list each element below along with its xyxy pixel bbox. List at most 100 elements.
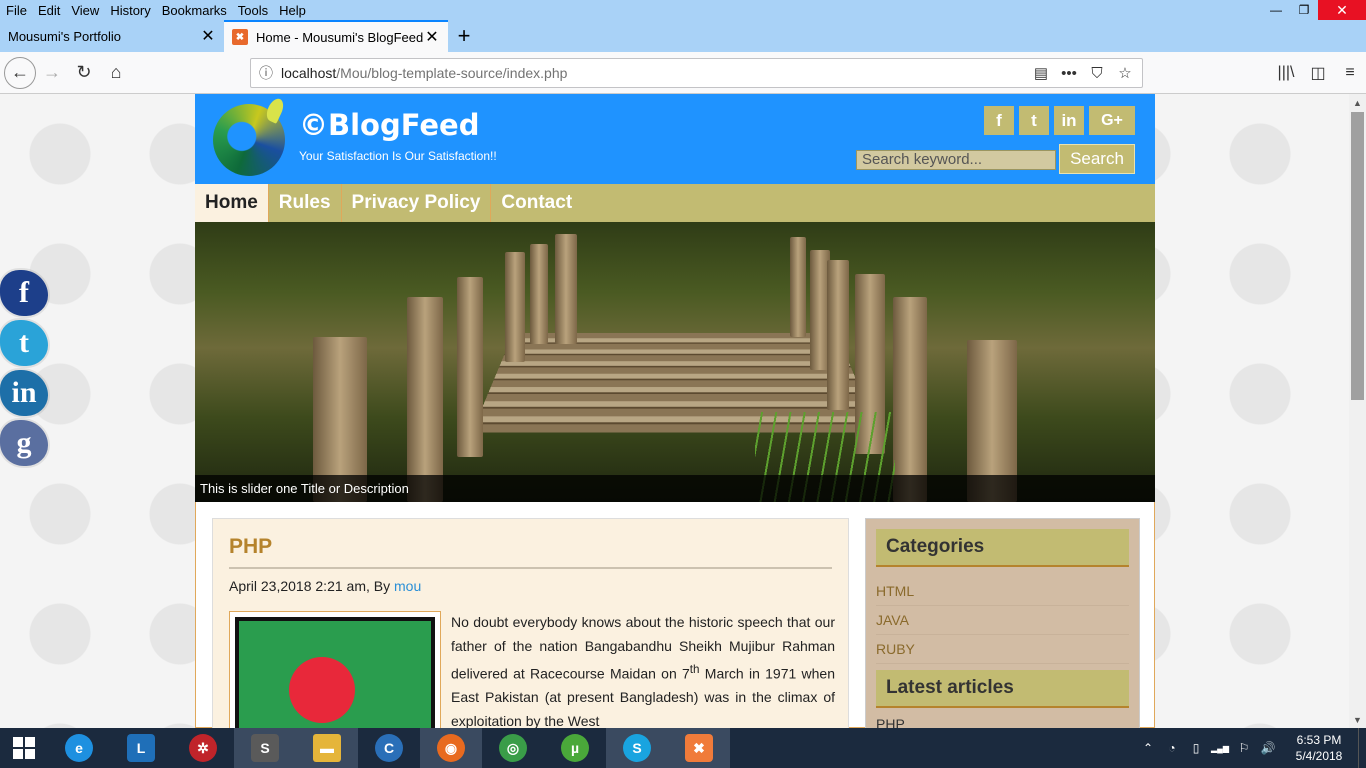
library-icon[interactable]: |||\ — [1270, 58, 1302, 88]
site-logo[interactable] — [213, 96, 287, 176]
menu-history[interactable]: History — [104, 3, 155, 18]
menu-file[interactable]: File — [0, 3, 32, 18]
bird-logo-icon — [263, 96, 287, 124]
scroll-up-arrow-icon[interactable]: ▲ — [1349, 94, 1366, 111]
xampp-favicon-icon: ✖ — [232, 29, 248, 45]
latest-articles-title: Latest articles — [876, 670, 1129, 708]
url-text[interactable]: localhost/Mou/blog-template-source/index… — [281, 65, 1030, 81]
restore-button[interactable]: ❐ — [1290, 0, 1318, 20]
url-actions: ▤ ••• ⛉ ☆ — [1030, 64, 1142, 83]
linkedin-icon[interactable]: in — [1054, 106, 1084, 135]
scroll-down-arrow-icon[interactable]: ▼ — [1349, 711, 1366, 728]
pier-post — [457, 277, 483, 457]
system-clock[interactable]: 6:53 PM 5/4/2018 — [1280, 732, 1358, 764]
page-viewport: f t in g ©BlogFeed Your Satisfaction Is … — [0, 94, 1349, 728]
post-title[interactable]: PHP — [229, 535, 832, 569]
google-plus-icon[interactable]: G+ — [1089, 106, 1135, 135]
volume-icon[interactable]: 🔊 — [1256, 741, 1280, 755]
taskbar-app-red[interactable]: ✲ — [172, 728, 234, 768]
network-icon[interactable]: ▂▄▆ — [1208, 744, 1232, 753]
battery-icon[interactable]: ▯ — [1184, 741, 1208, 755]
post-author-link[interactable]: mou — [394, 578, 421, 594]
reload-button[interactable]: ↻ — [68, 57, 100, 89]
facebook-icon[interactable]: f — [984, 106, 1014, 135]
categories-list: HTML JAVA RUBY — [876, 577, 1129, 664]
post-meta: April 23,2018 2:21 am, By mou — [229, 578, 832, 594]
new-tab-button[interactable]: + — [448, 20, 480, 52]
taskbar-ccleaner[interactable]: C — [358, 728, 420, 768]
twitter-icon[interactable]: t — [1019, 106, 1049, 135]
back-button[interactable]: ← — [4, 56, 36, 89]
nav-rules[interactable]: Rules — [269, 184, 342, 222]
show-hidden-icons-icon[interactable]: ⌃ — [1136, 741, 1160, 755]
action-center-flag-icon[interactable]: ⚐ — [1232, 741, 1256, 755]
taskbar-utorrent[interactable]: µ — [544, 728, 606, 768]
show-desktop-button[interactable] — [1358, 728, 1366, 768]
menu-view[interactable]: View — [65, 3, 104, 18]
menu-help[interactable]: Help — [273, 3, 311, 18]
taskbar-sublime-text[interactable]: S — [234, 728, 296, 768]
menu-bookmarks[interactable]: Bookmarks — [156, 3, 232, 18]
windows-taskbar: e L ✲ S ▬ C ◉ ◎ µ S ✖ ⌃ ◔ ▯ ▂▄▆ ⚐ 🔊 6:53… — [0, 728, 1366, 768]
pocket-icon[interactable]: ⛉ — [1086, 65, 1108, 82]
linkedin-float-icon[interactable]: in — [0, 370, 48, 416]
sync-icon[interactable]: ◔ — [1160, 741, 1184, 755]
category-java[interactable]: JAVA — [876, 606, 1129, 635]
site-title[interactable]: ©BlogFeed — [299, 108, 479, 142]
image-slider[interactable]: This is slider one Title or Description — [195, 222, 1155, 502]
taskbar-xampp[interactable]: ✖ — [668, 728, 730, 768]
taskbar-skype[interactable]: S — [606, 728, 668, 768]
forward-button[interactable]: → — [36, 57, 68, 89]
search-button[interactable]: Search — [1059, 144, 1135, 174]
clock-date: 5/4/2018 — [1295, 749, 1343, 763]
pier-post — [407, 297, 443, 502]
pier-post — [530, 244, 548, 344]
slider-caption: This is slider one Title or Description — [195, 475, 1155, 502]
start-button[interactable] — [0, 728, 48, 768]
post-excerpt-sup: th — [689, 663, 700, 676]
taskbar-lync[interactable]: L — [110, 728, 172, 768]
page-scrollbar[interactable]: ▲ ▼ — [1349, 94, 1366, 728]
taskbar-firefox[interactable]: ◉ — [420, 728, 482, 768]
internet-explorer-icon: e — [65, 734, 93, 762]
scrollbar-thumb[interactable] — [1351, 112, 1364, 400]
latest-article-link[interactable]: PHP — [876, 716, 1129, 728]
taskbar-chrome[interactable]: ◎ — [482, 728, 544, 768]
home-button[interactable]: ⌂ — [100, 57, 132, 89]
site-info-icon[interactable]: ⓘ — [251, 63, 281, 83]
ccleaner-icon: C — [375, 734, 403, 762]
utorrent-icon: µ — [561, 734, 589, 762]
close-tab-icon[interactable]: ✕ — [424, 27, 440, 47]
nav-contact[interactable]: Contact — [491, 184, 582, 222]
url-bar[interactable]: ⓘ localhost/Mou/blog-template-source/ind… — [250, 58, 1143, 88]
taskbar-internet-explorer[interactable]: e — [48, 728, 110, 768]
category-ruby[interactable]: RUBY — [876, 635, 1129, 664]
twitter-float-icon[interactable]: t — [0, 320, 48, 366]
search-input[interactable]: Search keyword... — [856, 150, 1056, 170]
close-window-button[interactable]: ✕ — [1318, 0, 1366, 20]
flag-red-circle — [289, 657, 355, 723]
close-tab-icon[interactable]: ✕ — [200, 26, 216, 46]
tab-blogfeed[interactable]: ✖ Home - Mousumi's BlogFeed ✕ — [224, 20, 448, 52]
lync-icon: L — [127, 734, 155, 762]
tab-portfolio[interactable]: Mousumi's Portfolio ✕ — [0, 20, 224, 52]
nav-privacy-policy[interactable]: Privacy Policy — [342, 184, 492, 222]
firefox-icon: ◉ — [437, 734, 465, 762]
sidebar-toggle-icon[interactable]: ◫ — [1302, 58, 1334, 88]
window-controls: — ❐ ✕ — [1262, 0, 1366, 20]
sidebar: Categories HTML JAVA RUBY Latest article… — [865, 518, 1140, 728]
page-actions-icon[interactable]: ••• — [1058, 65, 1080, 82]
pier-post — [790, 237, 806, 337]
menu-edit[interactable]: Edit — [32, 3, 65, 18]
reader-view-icon[interactable]: ▤ — [1030, 64, 1052, 82]
menu-tools[interactable]: Tools — [232, 3, 273, 18]
category-html[interactable]: HTML — [876, 577, 1129, 606]
facebook-float-icon[interactable]: f — [0, 270, 48, 316]
nav-home[interactable]: Home — [195, 184, 269, 222]
post-thumbnail[interactable] — [229, 611, 441, 728]
minimize-button[interactable]: — — [1262, 0, 1290, 20]
hamburger-menu-icon[interactable]: ≡ — [1334, 58, 1366, 88]
google-float-icon[interactable]: g — [0, 420, 48, 466]
bookmark-star-icon[interactable]: ☆ — [1114, 64, 1136, 82]
taskbar-file-explorer[interactable]: ▬ — [296, 728, 358, 768]
